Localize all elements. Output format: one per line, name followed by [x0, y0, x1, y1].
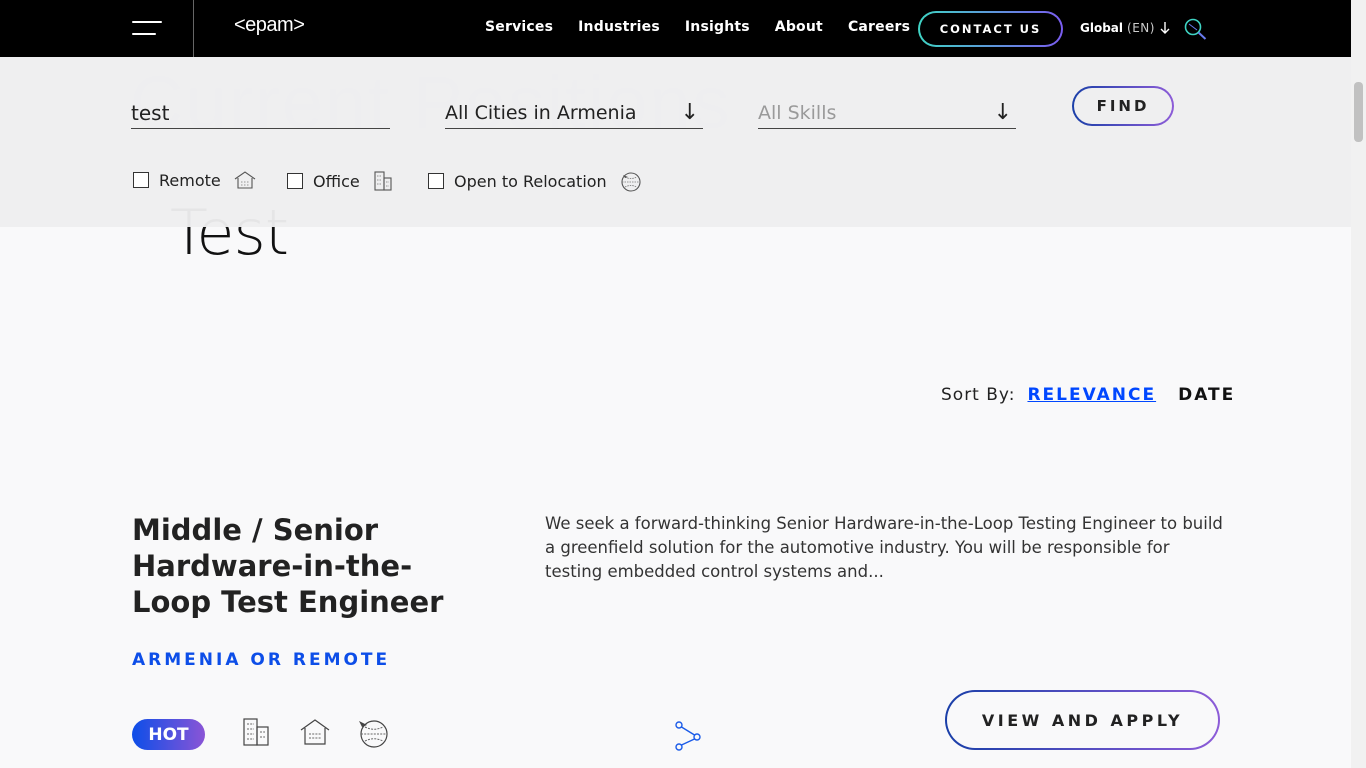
epam-logo[interactable]: <epam> [234, 14, 305, 37]
nav-industries[interactable]: Industries [578, 19, 660, 35]
remote-label: Remote [159, 170, 221, 190]
arrow-down-icon: ↓ [993, 100, 1012, 125]
menu-hamburger-icon[interactable] [132, 21, 162, 37]
share-icon[interactable] [673, 720, 703, 752]
job-search-panel: All Cities in Armenia ↓ All Skills ↓ FIN… [0, 57, 1351, 227]
remote-checkbox[interactable]: Remote [133, 170, 257, 190]
sort-controls: Sort By: RELEVANCE DATE [941, 385, 1235, 405]
page-scrollbar-thumb[interactable] [1354, 82, 1363, 142]
remote-icon [234, 171, 256, 189]
region-label: Global [1080, 21, 1124, 35]
remote-checkbox-box[interactable] [133, 172, 149, 188]
office-icon [374, 171, 392, 191]
keyword-search-input[interactable] [131, 97, 390, 129]
nav-careers[interactable]: Careers [848, 19, 910, 35]
find-button[interactable]: FIND [1072, 86, 1174, 126]
view-and-apply-button[interactable]: VIEW AND APPLY [945, 690, 1220, 750]
sort-relevance-link[interactable]: RELEVANCE [1027, 385, 1156, 405]
office-label: Office [313, 171, 360, 191]
relocation-icon [621, 172, 641, 192]
hot-badge: HOT [132, 719, 205, 750]
sort-date-link[interactable]: DATE [1178, 385, 1235, 405]
relocation-label: Open to Relocation [454, 171, 607, 191]
top-navigation-bar: <epam> Services Industries Insights Abou… [0, 0, 1351, 57]
header-divider [193, 0, 194, 57]
remote-icon [300, 719, 330, 745]
arrow-down-icon: ↓ [680, 100, 699, 125]
job-location: ARMENIA OR REMOTE [132, 650, 391, 670]
job-title-link[interactable]: Middle / Senior Hardware-in-the-Loop Tes… [132, 512, 452, 620]
skills-select-placeholder: All Skills [758, 101, 837, 124]
language-label: (EN) [1127, 21, 1155, 35]
nav-services[interactable]: Services [485, 19, 553, 35]
office-checkbox-box[interactable] [287, 173, 303, 189]
skills-select[interactable]: All Skills ↓ [758, 97, 1016, 129]
office-checkbox[interactable]: Office [287, 170, 394, 192]
job-description: We seek a forward-thinking Senior Hardwa… [545, 514, 1223, 581]
region-selector[interactable]: Global (EN) [1080, 21, 1171, 35]
city-select-value: All Cities in Armenia [445, 101, 637, 124]
arrow-down-icon [1160, 22, 1170, 34]
contact-us-button[interactable]: CONTACT US [918, 11, 1063, 47]
office-icon [243, 718, 269, 746]
relocation-icon [359, 720, 388, 748]
nav-about[interactable]: About [775, 19, 823, 35]
city-select[interactable]: All Cities in Armenia ↓ [445, 97, 703, 129]
nav-insights[interactable]: Insights [685, 19, 750, 35]
sort-label: Sort By: [941, 385, 1016, 405]
search-icon[interactable] [1182, 17, 1208, 41]
relocation-checkbox[interactable]: Open to Relocation [428, 170, 643, 192]
main-nav: Services Industries Insights About Caree… [485, 19, 935, 35]
relocation-checkbox-box[interactable] [428, 173, 444, 189]
